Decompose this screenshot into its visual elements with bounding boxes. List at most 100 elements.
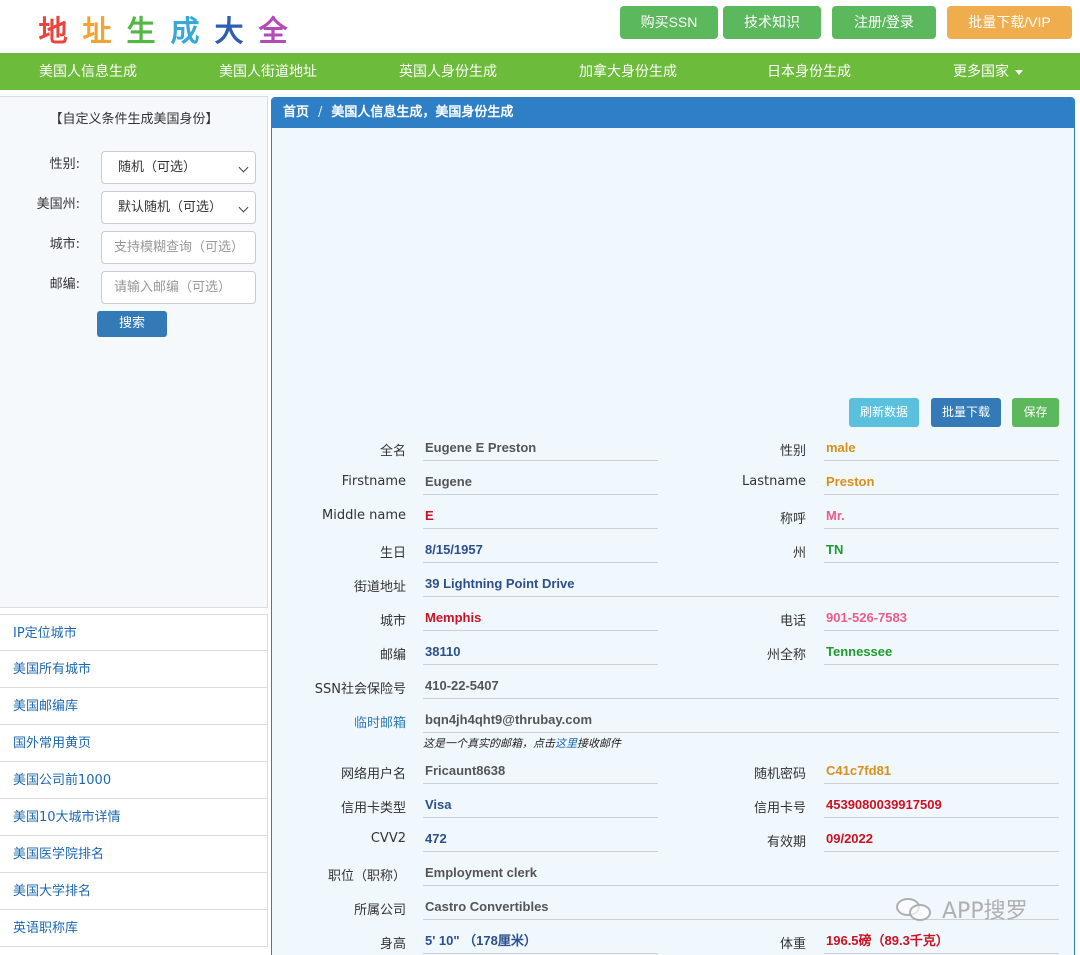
password-value: C41c7fd81 — [824, 760, 1059, 784]
sidebar-link[interactable]: IP定位城市 — [0, 614, 268, 651]
panel-title: 【自定义条件生成美国身份】 — [49, 112, 219, 127]
logo-char: 大 — [214, 14, 244, 48]
nav-more-label: 更多国家 — [953, 63, 1009, 79]
buy-ssn-button[interactable]: 购买SSN — [620, 6, 718, 39]
job-value: Employment clerk — [423, 862, 1059, 886]
sidebar-link[interactable]: 美国医学院排名 — [0, 836, 268, 873]
nav-us-info[interactable]: 美国人信息生成 — [39, 53, 137, 90]
tech-knowledge-button[interactable]: 技术知识 — [723, 6, 821, 39]
weight-label: 体重 — [779, 937, 806, 952]
temp-mail-note-post: 接收邮件 — [577, 737, 621, 750]
bulk-download-button[interactable]: 批量下载 — [931, 398, 1001, 427]
expiry-value: 09/2022 — [824, 828, 1059, 852]
temp-mail-link[interactable]: 临时邮箱 — [272, 712, 406, 731]
sidebar-link[interactable]: 美国所有城市 — [0, 651, 268, 688]
refresh-data-button[interactable]: 刷新数据 — [849, 398, 919, 427]
company-label: 所属公司 — [353, 903, 406, 918]
chevron-down-icon — [238, 162, 249, 173]
phone-value: 901-526-7583 — [824, 607, 1059, 631]
bulk-download-vip-button[interactable]: 批量下载/VIP — [947, 6, 1072, 39]
logo-char: 成 — [170, 14, 200, 48]
nav-more-countries[interactable]: 更多国家 — [953, 53, 1023, 90]
gender-value: male — [824, 437, 1059, 461]
zip-field-label: 邮编 — [379, 648, 406, 663]
birthday-value: 8/15/1957 — [423, 539, 658, 563]
card-number-label: 信用卡号 — [753, 801, 806, 816]
breadcrumb: 首页 / 美国人信息生成，美国身份生成 — [272, 98, 1074, 128]
main-nav: 美国人信息生成 美国人街道地址 英国人身份生成 加拿大身份生成 日本身份生成 更… — [0, 53, 1080, 90]
sidebar-link[interactable]: 美国公司前1000 — [0, 762, 268, 799]
watermark: APP搜罗 — [896, 893, 1028, 925]
middle-name-label: Middle name — [322, 508, 406, 523]
weight-value: 196.5磅（89.3千克） — [824, 930, 1059, 954]
logo-char: 全 — [258, 14, 288, 48]
register-login-button[interactable]: 注册/登录 — [832, 6, 936, 39]
nav-canada-id[interactable]: 加拿大身份生成 — [579, 53, 677, 90]
cvv-label: CVV2 — [370, 831, 406, 846]
fullname-label: 全名 — [379, 444, 406, 459]
sidebar-link[interactable]: 美国大学排名 — [0, 873, 268, 910]
temp-mail-here-link[interactable]: 这里 — [555, 737, 577, 750]
street-value: 39 Lightning Point Drive — [423, 573, 1059, 597]
sidebar-link[interactable]: 美国邮编库 — [0, 688, 268, 725]
logo-char: 址 — [82, 14, 112, 48]
temp-mail-note-pre: 这是一个真实的邮箱，点击 — [423, 737, 555, 750]
state-full-label: 州全称 — [766, 648, 806, 663]
caret-down-icon — [1015, 69, 1023, 75]
sidebar-link[interactable]: 美国10大城市详情 — [0, 799, 268, 836]
height-value: 5' 10" （178厘米） — [423, 930, 658, 954]
nav-uk-id[interactable]: 英国人身份生成 — [399, 53, 497, 90]
watermark-text: APP搜罗 — [942, 899, 1028, 924]
breadcrumb-current: 美国人信息生成，美国身份生成 — [331, 105, 514, 120]
city-value: Memphis — [423, 607, 658, 631]
card-number-value: 4539080039917509 — [824, 794, 1059, 818]
search-button[interactable]: 搜索 — [97, 311, 167, 337]
password-label: 随机密码 — [753, 767, 806, 782]
phone-label: 电话 — [779, 614, 806, 629]
username-value: Fricaunt8638 — [423, 760, 658, 784]
zip-input[interactable]: 请输入邮编（可选） — [101, 271, 256, 304]
job-label: 职位（职称） — [327, 869, 406, 884]
state-select-value: 默认随机（可选） — [118, 200, 223, 215]
logo-char: 生 — [126, 14, 156, 48]
state-select[interactable]: 默认随机（可选） — [101, 191, 256, 224]
street-label: 街道地址 — [353, 580, 406, 595]
gender-field-label: 性别 — [779, 444, 806, 459]
ssn-value: 410-22-5407 — [423, 675, 1059, 699]
site-logo[interactable]: 地址生成大全 — [38, 8, 288, 50]
temp-mail-note: 这是一个真实的邮箱，点击这里接收邮件 — [423, 735, 621, 751]
cvv-value: 472 — [423, 828, 658, 852]
firstname-value: Eugene — [423, 471, 658, 495]
wechat-icon — [896, 896, 936, 922]
identity-panel: 首页 / 美国人信息生成，美国身份生成 刷新数据 批量下载 保存 全名 Eugene… — [271, 97, 1075, 955]
save-button[interactable]: 保存 — [1012, 398, 1059, 427]
firstname-label: Firstname — [341, 474, 406, 489]
sidebar-link[interactable]: 国外常用黄页 — [0, 725, 268, 762]
breadcrumb-separator: / — [318, 105, 323, 120]
lastname-value: Preston — [824, 471, 1059, 495]
expiry-label: 有效期 — [766, 835, 806, 850]
gender-select-value: 随机（可选） — [118, 160, 197, 175]
title-label: 称呼 — [779, 512, 806, 527]
sidebar-link[interactable]: 英语职称库 — [0, 910, 268, 947]
sidebar-links: IP定位城市 美国所有城市 美国邮编库 国外常用黄页 美国公司前1000 美国10大城市详… — [0, 614, 268, 947]
city-field-label: 城市 — [379, 614, 406, 629]
city-input[interactable]: 支持模糊查询（可选） — [101, 231, 256, 264]
nav-japan-id[interactable]: 日本身份生成 — [767, 53, 851, 90]
state-full-value: Tennessee — [824, 641, 1059, 665]
gender-select[interactable]: 随机（可选） — [101, 151, 256, 184]
height-label: 身高 — [379, 937, 406, 952]
state-field-label: 州 — [792, 546, 806, 561]
custom-conditions-panel: 【自定义条件生成美国身份】 性别: 随机（可选） 美国州: 默认随机（可选） 城… — [0, 96, 268, 608]
gender-label: 性别: — [49, 157, 80, 172]
nav-us-street[interactable]: 美国人街道地址 — [219, 53, 317, 90]
state-label: 美国州: — [36, 197, 80, 212]
ssn-label: SSN社会保险号 — [314, 682, 406, 697]
fullname-value: Eugene E Preston — [423, 437, 658, 461]
site-header: 地址生成大全 购买SSN 技术知识 注册/登录 批量下载/VIP — [0, 0, 1080, 53]
username-label: 网络用户名 — [340, 767, 406, 782]
city-label: 城市: — [49, 237, 80, 252]
zip-value: 38110 — [423, 641, 658, 665]
breadcrumb-home[interactable]: 首页 — [283, 105, 309, 120]
chevron-down-icon — [238, 202, 249, 213]
